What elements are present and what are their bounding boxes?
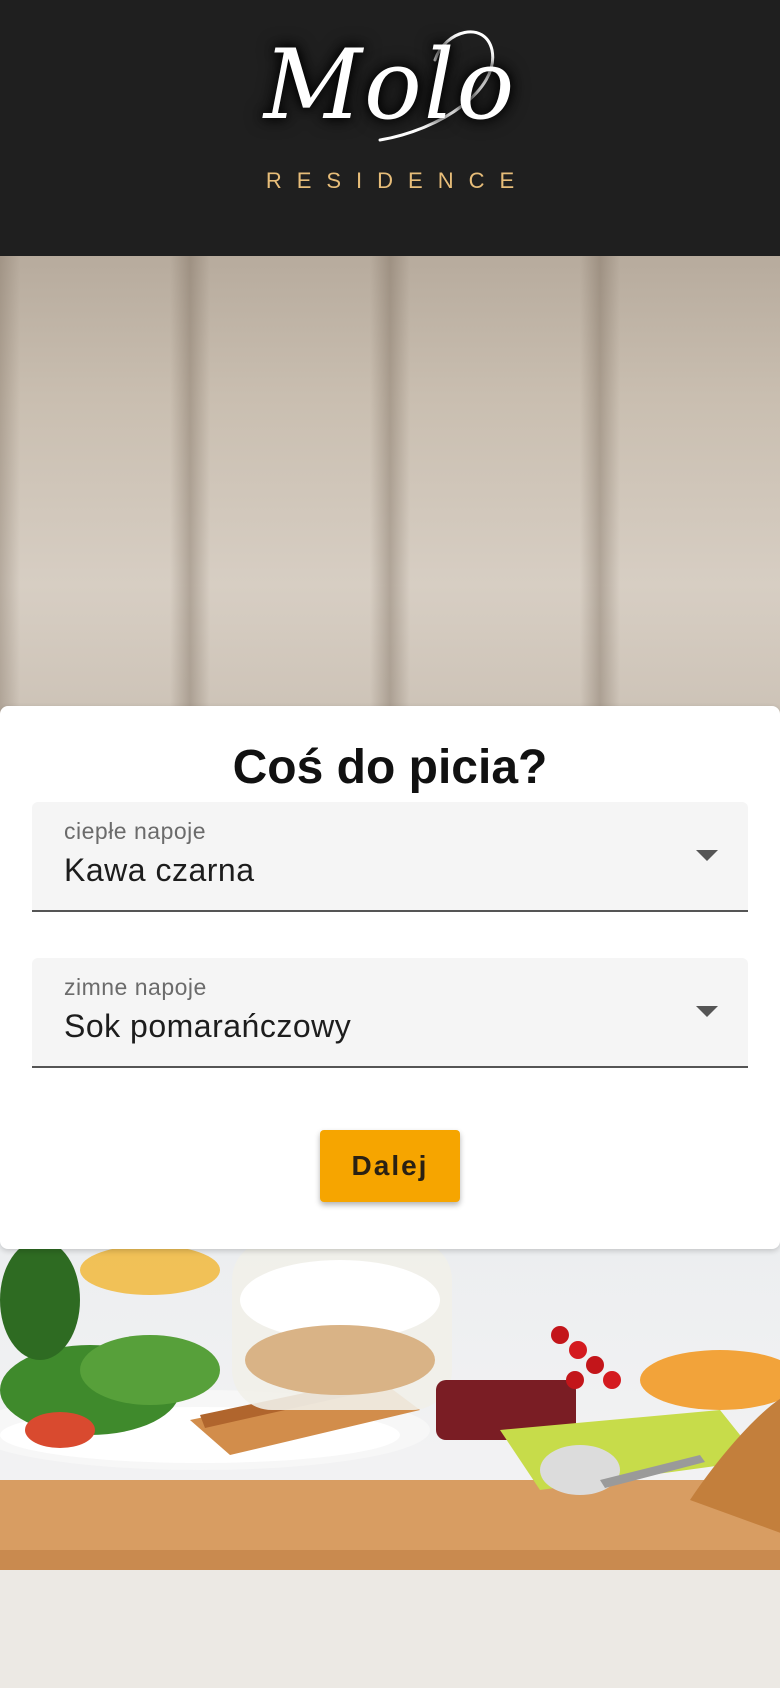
logo-script-text: Molo — [263, 29, 517, 141]
breakfast-illustration — [0, 1240, 780, 1688]
cold-drinks-select[interactable]: zimne napoje Sok pomarańczowy — [32, 958, 748, 1068]
brand-logo: Molo RESIDENCE — [230, 20, 550, 210]
app-header: Molo RESIDENCE — [0, 0, 780, 256]
cold-drinks-value: Sok pomarańczowy — [64, 1008, 352, 1044]
next-button[interactable]: Dalej — [320, 1130, 460, 1202]
hot-drinks-label: ciepłe napoje — [64, 818, 207, 844]
logo-subtitle: RESIDENCE — [265, 168, 530, 193]
background-breakfast-photo — [0, 1240, 780, 1688]
hot-drinks-select[interactable]: ciepłe napoje Kawa czarna — [32, 802, 748, 912]
background-wood-panel — [0, 256, 780, 726]
hot-drinks-value: Kawa czarna — [64, 852, 255, 888]
caret-down-icon — [696, 1006, 718, 1017]
page-title: Coś do picia? — [232, 741, 548, 794]
cold-drinks-label: zimne napoje — [64, 974, 207, 1000]
drink-selection-card: Coś do picia? ciepłe napoje Kawa czarna … — [0, 706, 780, 1249]
caret-down-icon — [696, 850, 718, 861]
